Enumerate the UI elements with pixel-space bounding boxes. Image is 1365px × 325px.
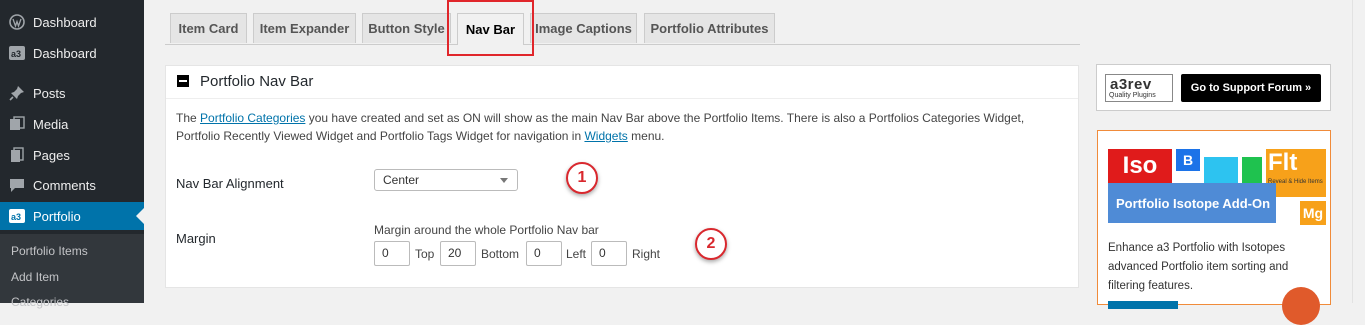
portfolio-submenu: Portfolio Items Add Item Categories bbox=[0, 234, 144, 309]
nav-bar-alignment-label: Nav Bar Alignment bbox=[176, 176, 284, 191]
comments-icon bbox=[9, 177, 25, 193]
support-forum-button[interactable]: Go to Support Forum » bbox=[1181, 74, 1321, 102]
promo-button[interactable] bbox=[1108, 301, 1178, 309]
step-badge-1: 1 bbox=[566, 162, 598, 194]
a3-icon: a3 bbox=[9, 208, 25, 224]
admin-sidebar: Dashboard a3 Dashboard Posts Media Pages… bbox=[0, 0, 144, 309]
pin-icon bbox=[9, 85, 25, 101]
logo-tagline: Quality Plugins bbox=[1109, 92, 1156, 99]
svg-text:a3: a3 bbox=[11, 49, 21, 59]
promo-title: Portfolio Isotope Add-On bbox=[1108, 183, 1276, 223]
nav-bar-alignment-select[interactable]: Center bbox=[374, 169, 518, 191]
promo-banner[interactable]: Iso B Flt Reveal & Hide Items Portfolio … bbox=[1108, 149, 1326, 225]
sidebar-item-label: Media bbox=[33, 116, 69, 132]
margin-bottom-input[interactable]: 20 bbox=[440, 241, 476, 266]
sidebar-item-pages[interactable]: Pages bbox=[0, 141, 144, 169]
widgets-link[interactable]: Widgets bbox=[584, 129, 627, 143]
tab-image-captions[interactable]: Image Captions bbox=[530, 13, 637, 43]
promo-ribbon-circle bbox=[1282, 287, 1320, 325]
description-text: The bbox=[176, 111, 201, 125]
media-icon bbox=[9, 116, 25, 132]
tab-item-card[interactable]: Item Card bbox=[170, 13, 247, 43]
isotope-promo-box: Iso B Flt Reveal & Hide Items Portfolio … bbox=[1097, 130, 1331, 309]
promo-reveal-text: Reveal & Hide Items bbox=[1268, 179, 1323, 185]
sidebar-item-media[interactable]: Media bbox=[0, 110, 144, 138]
panel-header[interactable]: Portfolio Nav Bar bbox=[166, 66, 1078, 99]
promo-b-block: B bbox=[1176, 149, 1200, 171]
support-box: a3rev Quality Plugins Go to Support Foru… bbox=[1096, 64, 1331, 111]
margin-help-text: Margin around the whole Portfolio Nav ba… bbox=[374, 223, 599, 237]
margin-right-input[interactable]: 0 bbox=[591, 241, 627, 266]
pages-icon bbox=[9, 147, 25, 163]
margin-label: Margin bbox=[176, 231, 216, 246]
wordpress-icon bbox=[9, 14, 25, 30]
submenu-item-add-item[interactable]: Add Item bbox=[11, 270, 59, 284]
promo-description: Enhance a3 Portfolio with Isotopes advan… bbox=[1108, 242, 1289, 292]
active-tab-highlight bbox=[447, 0, 534, 56]
sidebar-item-dashboard[interactable]: Dashboard bbox=[0, 8, 144, 36]
panel-title: Portfolio Nav Bar bbox=[200, 73, 314, 90]
tab-divider bbox=[165, 44, 1080, 45]
logo-brand: a3rev bbox=[1110, 76, 1152, 93]
promo-mg-block: Mg bbox=[1300, 201, 1326, 225]
promo-iso-block: Iso bbox=[1108, 149, 1172, 183]
promo-green-block bbox=[1242, 157, 1262, 183]
chevron-down-icon bbox=[500, 178, 508, 183]
tab-portfolio-attributes[interactable]: Portfolio Attributes bbox=[644, 13, 775, 43]
collapse-icon[interactable] bbox=[177, 75, 189, 87]
promo-flt-text: Flt bbox=[1268, 149, 1298, 176]
margin-top-input[interactable]: 0 bbox=[374, 241, 410, 266]
sidebar-item-label: Dashboard bbox=[33, 14, 97, 30]
margin-left-input[interactable]: 0 bbox=[526, 241, 562, 266]
margin-right-label: Right bbox=[632, 247, 661, 261]
promo-cyan-block bbox=[1204, 157, 1238, 183]
sidebar-item-label: Dashboard bbox=[33, 45, 97, 61]
sidebar-item-a3-dashboard[interactable]: a3 Dashboard bbox=[0, 39, 144, 67]
sidebar-item-comments[interactable]: Comments bbox=[0, 171, 144, 199]
portfolio-categories-link[interactable]: Portfolio Categories bbox=[200, 111, 305, 125]
tab-button-style[interactable]: Button Style bbox=[362, 13, 451, 43]
sidebar-item-label: Comments bbox=[33, 177, 96, 193]
sidebar-item-label: Portfolio bbox=[33, 208, 81, 224]
submenu-item-categories[interactable]: Categories bbox=[11, 295, 69, 309]
sidebar-item-label: Posts bbox=[33, 85, 66, 101]
alignment-value: Center bbox=[383, 173, 420, 187]
margin-bottom-label: Bottom bbox=[481, 247, 520, 261]
margin-top-label: Top bbox=[415, 247, 435, 261]
nav-bar-settings-panel: Portfolio Nav Bar The Portfolio Categori… bbox=[165, 65, 1079, 288]
description-text: menu. bbox=[627, 129, 665, 143]
margin-left-label: Left bbox=[566, 247, 587, 261]
sidebar-item-posts[interactable]: Posts bbox=[0, 79, 144, 107]
sidebar-item-portfolio[interactable]: a3 Portfolio bbox=[0, 202, 144, 230]
a3rev-logo[interactable]: a3rev Quality Plugins bbox=[1105, 74, 1173, 102]
step-badge-2: 2 bbox=[695, 228, 727, 260]
sidebar-item-label: Pages bbox=[33, 147, 70, 163]
panel-description: The Portfolio Categories you have create… bbox=[176, 109, 1056, 145]
tab-item-expander[interactable]: Item Expander bbox=[253, 13, 356, 43]
svg-text:a3: a3 bbox=[11, 212, 21, 222]
submenu-item-portfolio-items[interactable]: Portfolio Items bbox=[11, 244, 88, 258]
scrollbar[interactable] bbox=[1352, 0, 1365, 303]
a3-icon: a3 bbox=[9, 45, 25, 61]
